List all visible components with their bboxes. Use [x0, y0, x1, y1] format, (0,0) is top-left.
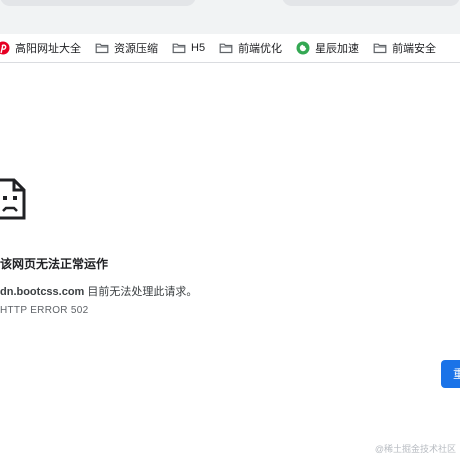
folder-icon [219, 43, 233, 54]
bookmark-label: 高阳网址大全 [15, 43, 81, 55]
browser-tab[interactable] [0, 0, 196, 6]
bookmark-label: H5 [191, 42, 206, 54]
folder-icon [172, 43, 186, 54]
error-message: 目前无法处理此请求。 [84, 286, 198, 298]
error-host: dn.bootcss.com [0, 286, 85, 298]
bookmarks-bar: 高阳网址大全 资源压缩 H5 前端优化 星辰加速 前端安全 [0, 34, 460, 63]
browser-window: 高阳网址大全 资源压缩 H5 前端优化 星辰加速 前端安全 该网页无法正常运作 … [0, 0, 460, 460]
error-title: 该网页无法正常运作 [0, 257, 109, 271]
folder-icon [95, 43, 109, 54]
folder-icon [373, 43, 387, 54]
bookmark-folder[interactable]: 前端优化 [219, 34, 282, 62]
tab-strip [0, 0, 460, 34]
error-code: HTTP ERROR 502 [0, 305, 89, 316]
browser-tab[interactable] [282, 0, 460, 6]
bookmark-label: 前端安全 [392, 43, 437, 55]
bookmark-folder[interactable]: H5 [172, 34, 205, 62]
bookmark-folder[interactable]: 前端安全 [373, 34, 436, 62]
bookmark-label: 前端优化 [238, 43, 283, 55]
broken-page-icon [0, 178, 26, 220]
reload-button[interactable]: 重 [441, 360, 460, 388]
pinterest-logo-icon [0, 41, 10, 55]
bookmark-item[interactable]: 星辰加速 [296, 34, 359, 62]
bookmark-folder[interactable]: 资源压缩 [95, 34, 158, 62]
bookmark-item[interactable]: 高阳网址大全 [0, 34, 81, 62]
bookmark-label: 资源压缩 [114, 43, 158, 55]
green-circle-logo-icon [296, 41, 310, 55]
error-detail: dn.bootcss.com 目前无法处理此请求。 [0, 283, 197, 299]
watermark: @稀土掘金技术社区 [374, 444, 456, 454]
bookmark-label: 星辰加速 [315, 43, 360, 55]
